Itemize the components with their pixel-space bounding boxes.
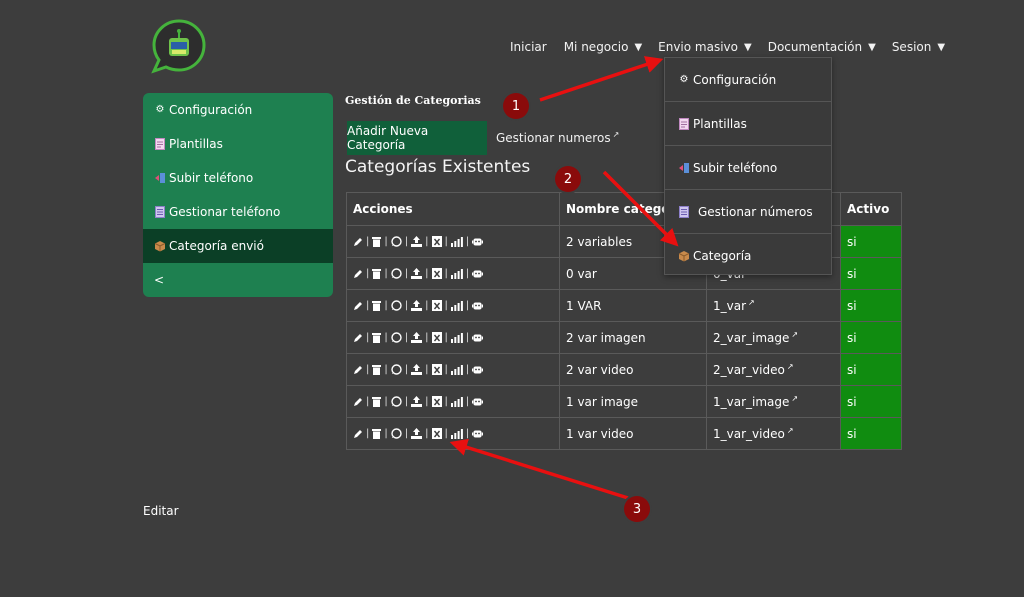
annotation-badge-1: 1 <box>503 93 529 119</box>
edit-label[interactable]: Editar <box>143 504 179 518</box>
annotation-arrow-1 <box>539 56 664 102</box>
annotation-arrow-3 <box>449 438 629 500</box>
annotation-badge-2: 2 <box>555 166 581 192</box>
annotation-badge-3: 3 <box>624 496 650 522</box>
annotation-arrow-2 <box>602 170 679 247</box>
